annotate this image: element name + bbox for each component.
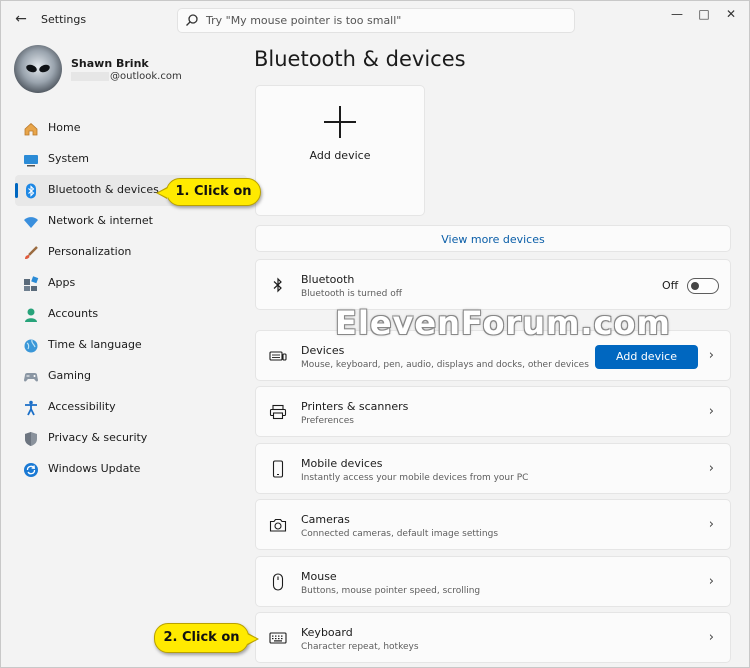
app-title: Settings xyxy=(41,13,87,26)
title-bar: ← Settings Try "My mouse pointer is too … xyxy=(1,1,750,39)
chevron-right-icon: › xyxy=(708,348,714,363)
update-icon xyxy=(22,461,39,478)
card-title: Mobile devices xyxy=(301,457,383,470)
sidebar-item-label: Windows Update xyxy=(48,462,141,475)
card-subtitle: Character repeat, hotkeys xyxy=(301,642,419,652)
maximize-icon[interactable]: □ xyxy=(691,5,717,23)
bluetooth-toggle[interactable] xyxy=(687,278,719,294)
chevron-right-icon: › xyxy=(708,630,714,645)
sidebar-item-label: System xyxy=(48,152,90,165)
view-more-devices-label: View more devices xyxy=(441,233,545,246)
sidebar-item-label: Network & internet xyxy=(48,214,153,227)
sidebar-item-privacy-security[interactable]: Privacy & security xyxy=(15,423,247,454)
search-box[interactable]: Try "My mouse pointer is too small" xyxy=(177,8,575,33)
bluetooth-card: Bluetooth Bluetooth is turned off Off xyxy=(255,259,731,310)
sidebar-nav: Home System Bluetooth & devices Network … xyxy=(15,113,247,485)
search-input[interactable]: Try "My mouse pointer is too small" xyxy=(206,14,401,27)
sidebar-item-label: Apps xyxy=(48,276,76,289)
bluetooth-subtitle: Bluetooth is turned off xyxy=(301,289,402,299)
add-device-tile[interactable]: Add device xyxy=(255,85,425,216)
card-title: Keyboard xyxy=(301,626,353,639)
home-icon xyxy=(22,120,39,137)
bluetooth-toggle-label: Off xyxy=(662,279,679,292)
system-icon xyxy=(22,151,39,168)
watermark: ElevenForum.com xyxy=(335,304,671,342)
chevron-right-icon: › xyxy=(708,574,714,589)
minimize-icon[interactable]: — xyxy=(664,5,690,23)
sidebar-item-system[interactable]: System xyxy=(15,144,247,175)
bluetooth-title: Bluetooth xyxy=(301,273,355,286)
card-title: Mouse xyxy=(301,570,337,583)
sidebar-item-label: Privacy & security xyxy=(48,431,148,444)
avatar-eye xyxy=(25,63,38,74)
sidebar-item-apps[interactable]: Apps xyxy=(15,268,247,299)
profile-email-domain: @outlook.com xyxy=(110,71,182,82)
sidebar-item-label: Gaming xyxy=(48,369,91,382)
sidebar-item-label: Accounts xyxy=(48,307,99,320)
close-icon[interactable]: ✕ xyxy=(718,5,744,23)
card-subtitle: Preferences xyxy=(301,416,354,426)
sidebar-item-time-language[interactable]: Time & language xyxy=(15,330,247,361)
apps-icon xyxy=(22,275,39,292)
profile-email: @outlook.com xyxy=(71,71,182,82)
brush-icon xyxy=(22,244,39,261)
search-icon xyxy=(186,14,198,26)
devices-icon xyxy=(268,346,288,366)
sidebar-item-network[interactable]: Network & internet xyxy=(15,206,247,237)
sidebar-item-accounts[interactable]: Accounts xyxy=(15,299,247,330)
sidebar-item-label: Personalization xyxy=(48,245,132,258)
cameras-card[interactable]: Cameras Connected cameras, default image… xyxy=(255,499,731,550)
avatar-eye xyxy=(38,63,51,74)
person-icon xyxy=(22,306,39,323)
back-arrow-icon[interactable]: ← xyxy=(11,9,31,29)
avatar[interactable] xyxy=(14,45,62,93)
shield-icon xyxy=(22,430,39,447)
wifi-icon xyxy=(22,213,39,230)
sidebar-item-label: Accessibility xyxy=(48,400,116,413)
callout-step-1: 1. Click on xyxy=(156,178,261,206)
bluetooth-icon xyxy=(268,275,288,295)
card-subtitle: Connected cameras, default image setting… xyxy=(301,529,499,539)
sidebar-item-accessibility[interactable]: Accessibility xyxy=(15,392,247,423)
card-title: Devices xyxy=(301,344,345,357)
plus-icon xyxy=(324,106,356,138)
sidebar-item-label: Time & language xyxy=(48,338,142,351)
globe-icon xyxy=(22,337,39,354)
callout-step-2: 2. Click on xyxy=(154,623,259,653)
email-redaction xyxy=(71,71,109,81)
sidebar-item-personalization[interactable]: Personalization xyxy=(15,237,247,268)
printers-card[interactable]: Printers & scanners Preferences › xyxy=(255,386,731,437)
chevron-right-icon: › xyxy=(708,517,714,532)
card-title: Cameras xyxy=(301,513,350,526)
sidebar-item-label: Home xyxy=(48,121,81,134)
printer-icon xyxy=(268,402,288,422)
bluetooth-icon xyxy=(22,182,39,199)
card-subtitle: Mouse, keyboard, pen, audio, displays an… xyxy=(301,360,589,370)
chevron-right-icon: › xyxy=(708,404,714,419)
add-device-button[interactable]: Add device xyxy=(595,345,698,369)
card-subtitle: Buttons, mouse pointer speed, scrolling xyxy=(301,586,481,596)
card-subtitle: Instantly access your mobile devices fro… xyxy=(301,473,529,483)
chevron-right-icon: › xyxy=(708,461,714,476)
mobile-devices-card[interactable]: Mobile devices Instantly access your mob… xyxy=(255,443,731,494)
camera-icon xyxy=(268,515,288,535)
gamepad-icon xyxy=(22,368,39,385)
card-title: Printers & scanners xyxy=(301,400,409,413)
page-title: Bluetooth & devices xyxy=(254,47,466,71)
sidebar-item-windows-update[interactable]: Windows Update xyxy=(15,454,247,485)
sidebar-item-label: Bluetooth & devices xyxy=(48,183,159,196)
sidebar-item-home[interactable]: Home xyxy=(15,113,247,144)
keyboard-icon xyxy=(268,628,288,648)
profile-name: Shawn Brink xyxy=(71,57,149,70)
mouse-icon xyxy=(268,572,288,592)
accessibility-icon xyxy=(22,399,39,416)
phone-icon xyxy=(268,459,288,479)
settings-window: ← Settings Try "My mouse pointer is too … xyxy=(0,0,750,668)
keyboard-card[interactable]: Keyboard Character repeat, hotkeys › xyxy=(255,612,731,663)
mouse-card[interactable]: Mouse Buttons, mouse pointer speed, scro… xyxy=(255,556,731,607)
add-device-tile-label: Add device xyxy=(309,149,371,162)
sidebar-item-gaming[interactable]: Gaming xyxy=(15,361,247,392)
view-more-devices-link[interactable]: View more devices xyxy=(255,225,731,252)
